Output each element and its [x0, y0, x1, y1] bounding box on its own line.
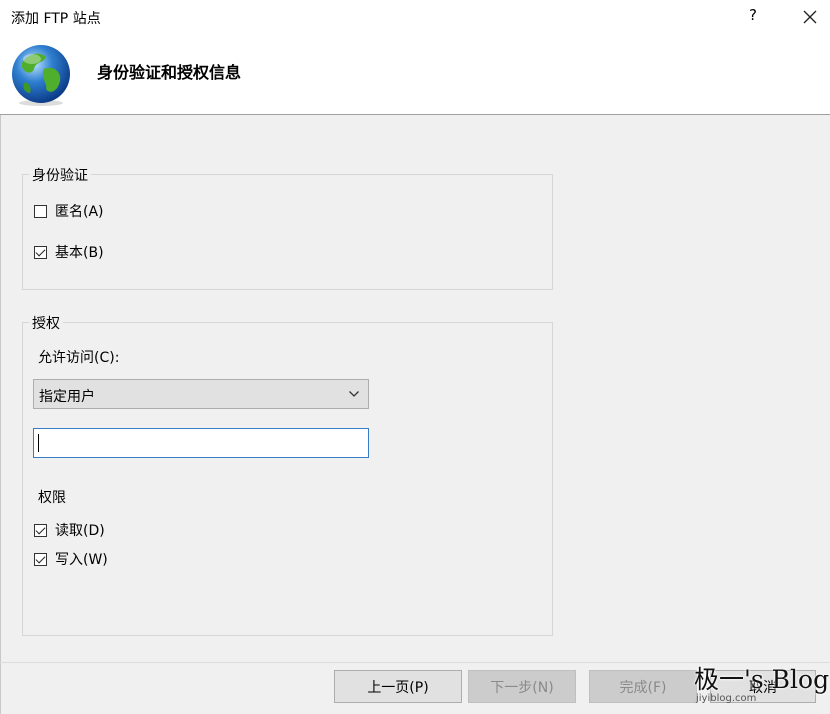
previous-button[interactable]: 上一页(P) [334, 670, 462, 703]
read-checkbox-box[interactable] [34, 523, 47, 537]
basic-checkbox[interactable]: 基本(B) [34, 242, 104, 262]
write-checkbox[interactable]: 写入(W) [34, 549, 108, 569]
help-button[interactable]: ? [744, 6, 762, 26]
permissions-label: 权限 [38, 490, 66, 506]
title-bar: 添加 FTP 站点 ? [0, 0, 830, 34]
authorization-group [22, 322, 553, 636]
basic-checkbox-label: 基本(B) [55, 245, 104, 261]
watermark-url: jiyiblog.com [696, 693, 757, 704]
read-checkbox[interactable]: 读取(D) [34, 520, 105, 540]
anonymous-checkbox[interactable]: 匿名(A) [34, 201, 104, 221]
write-checkbox-box[interactable] [34, 552, 47, 566]
close-icon [803, 10, 817, 24]
allow-access-value: 指定用户 [39, 389, 95, 405]
allow-access-dropdown[interactable]: 指定用户 [33, 379, 369, 409]
authentication-group-label: 身份验证 [29, 165, 91, 185]
anonymous-checkbox-label: 匿名(A) [55, 204, 104, 220]
basic-checkbox-box[interactable] [34, 245, 47, 259]
wizard-header: 身份验证和授权信息 [0, 34, 830, 115]
page-title: 身份验证和授权信息 [97, 63, 242, 82]
users-input[interactable] [33, 428, 369, 458]
globe-icon [12, 45, 70, 106]
finish-button[interactable]: 完成(F) [589, 670, 697, 703]
allow-access-label: 允许访问(C): [38, 350, 120, 366]
authorization-group-label: 授权 [29, 313, 63, 333]
write-checkbox-label: 写入(W) [55, 552, 108, 568]
read-checkbox-label: 读取(D) [55, 523, 105, 539]
anonymous-checkbox-box[interactable] [34, 204, 47, 218]
close-button[interactable] [797, 4, 823, 30]
watermark-text: 极一's Blog [694, 665, 830, 694]
watermark: 极一's Blog jiyiblog.com [694, 658, 829, 708]
window-title: 添加 FTP 站点 [11, 11, 101, 27]
text-caret [38, 434, 39, 452]
chevron-down-icon [349, 391, 359, 397]
authentication-group [22, 174, 553, 290]
next-button[interactable]: 下一步(N) [468, 670, 576, 703]
